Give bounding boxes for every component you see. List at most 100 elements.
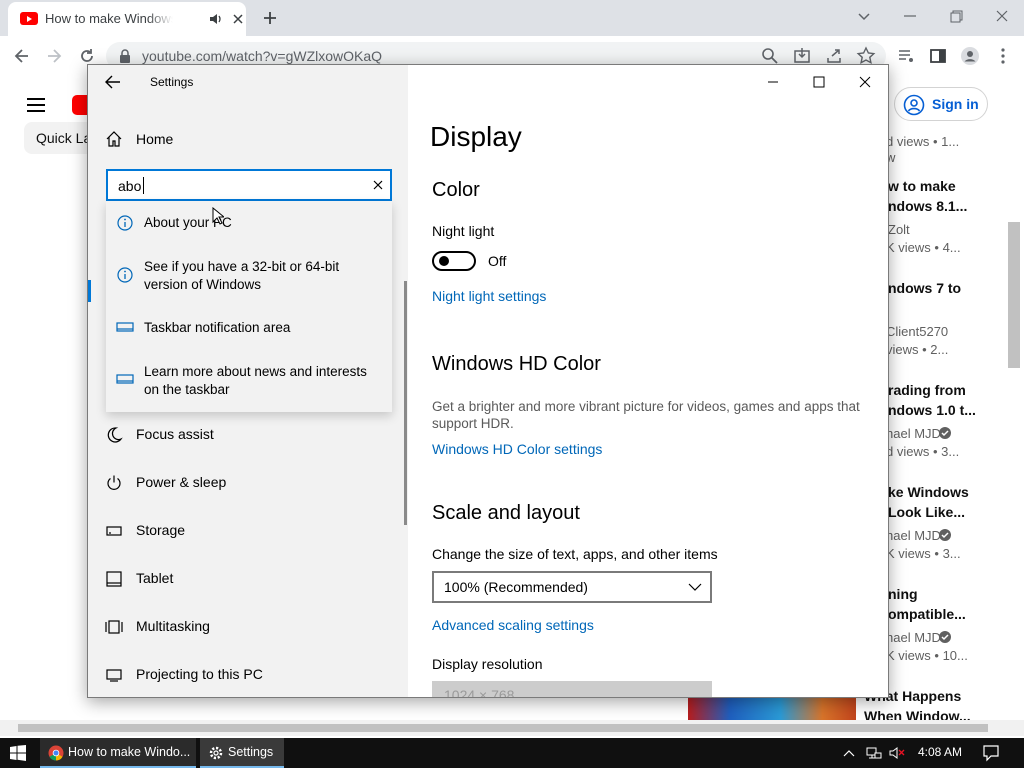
close-window-icon[interactable] <box>988 4 1016 28</box>
gear-icon <box>209 746 223 760</box>
tablet-icon <box>106 571 122 587</box>
scale-dropdown[interactable]: 100% (Recommended) <box>432 571 712 603</box>
tab-title: How to make Windows 7 look like Windows … <box>45 11 173 26</box>
info-icon <box>117 215 133 231</box>
clear-icon[interactable] <box>371 178 385 192</box>
night-light-toggle[interactable] <box>432 251 476 271</box>
video-title[interactable]: w to make <box>888 178 956 194</box>
toggle-knob <box>439 256 449 266</box>
close-icon[interactable] <box>850 73 880 91</box>
nav-tablet[interactable]: Tablet <box>88 559 408 599</box>
video-title[interactable]: ndows 7 to <box>888 280 961 296</box>
nav-home[interactable]: Home <box>88 127 408 155</box>
nav-label: Power & sleep <box>136 474 227 490</box>
page-title: Display <box>430 121 522 152</box>
sign-in-label: Sign in <box>932 96 979 112</box>
suggestion-item[interactable]: See if you have a 32-bit or 64-bit versi… <box>106 245 392 305</box>
nav-projecting[interactable]: Projecting to this PC <box>88 655 408 695</box>
nav-multitasking[interactable]: Multitasking <box>88 607 408 647</box>
more-menu-icon[interactable] <box>993 46 1013 66</box>
settings-sidebar: Settings Home abo About your PC See if y… <box>88 65 408 697</box>
video-title[interactable]: ndows 1.0 t... <box>888 402 976 418</box>
nav-storage[interactable]: Storage <box>88 511 408 551</box>
video-title[interactable]: Look Like... <box>888 504 965 520</box>
chrome-icon <box>48 745 64 761</box>
nav-label: Focus assist <box>136 426 214 442</box>
settings-search-input[interactable]: abo <box>106 169 392 201</box>
video-title[interactable]: ndows 8.1... <box>888 198 967 214</box>
side-panel-icon[interactable] <box>928 46 948 66</box>
taskbar-settings[interactable]: Settings <box>200 738 284 768</box>
video-title[interactable]: ompatible... <box>888 606 966 622</box>
taskbar-clock[interactable]: 4:08 AM <box>918 745 962 759</box>
hamburger-menu-icon[interactable] <box>26 96 46 114</box>
windows-start-icon[interactable] <box>10 745 26 761</box>
minimize-icon[interactable] <box>896 4 924 28</box>
minimize-icon[interactable] <box>758 73 788 91</box>
install-icon[interactable] <box>792 46 812 66</box>
taskbar-icon <box>116 322 134 332</box>
nav-label: Storage <box>136 522 186 538</box>
back-arrow-icon[interactable] <box>12 46 32 66</box>
video-meta: views • 2... <box>886 342 949 357</box>
section-heading-color: Color <box>432 179 480 201</box>
search-input-value: abo <box>118 178 142 194</box>
text-caret <box>143 177 144 194</box>
chevron-down-icon <box>688 583 702 591</box>
restore-icon[interactable] <box>942 4 970 28</box>
resolution-dropdown-value: 1024 × 768 <box>444 687 515 698</box>
maximize-icon[interactable] <box>804 73 834 91</box>
chevron-up-icon[interactable] <box>842 746 856 760</box>
nav-home-label: Home <box>136 131 174 147</box>
resolution-dropdown[interactable]: 1024 × 768 <box>432 681 712 698</box>
network-icon[interactable] <box>866 745 882 761</box>
taskbar-chrome[interactable]: How to make Windo... <box>40 738 196 768</box>
notifications-icon[interactable] <box>982 744 1000 762</box>
back-arrow-icon[interactable] <box>104 74 122 90</box>
browser-tab[interactable]: How to make Windows 7 look like Windows … <box>8 2 246 36</box>
bookmark-star-icon[interactable] <box>856 46 876 66</box>
nav-power-sleep[interactable]: Power & sleep <box>88 463 408 503</box>
video-title[interactable]: rading from <box>888 382 966 398</box>
filter-chip[interactable]: Quick La <box>24 122 94 154</box>
close-tab-icon[interactable] <box>230 11 246 27</box>
hd-color-settings-link[interactable]: Windows HD Color settings <box>432 441 602 457</box>
lock-icon[interactable] <box>119 49 131 63</box>
filter-chip-label: Quick La <box>36 130 92 146</box>
video-title[interactable]: ke Windows <box>888 484 969 500</box>
suggestion-item[interactable]: About your PC <box>106 201 392 245</box>
sign-in-button[interactable]: Sign in <box>894 87 988 121</box>
tab-search-icon[interactable] <box>850 4 878 28</box>
speaker-icon[interactable] <box>208 11 224 27</box>
scrollbar-thumb[interactable] <box>18 724 988 732</box>
account-icon <box>903 94 925 116</box>
sidebar-scrollbar[interactable] <box>404 281 407 525</box>
suggestion-item[interactable]: Taskbar notification area <box>106 305 392 349</box>
resolution-label: Display resolution <box>432 656 543 672</box>
speaker-muted-icon[interactable] <box>888 745 906 761</box>
verified-icon <box>939 427 951 439</box>
search-icon[interactable] <box>760 46 780 66</box>
taskbar-icon <box>116 374 134 384</box>
video-meta: d views • 3... <box>886 444 960 459</box>
profile-icon[interactable] <box>960 46 980 66</box>
media-controls-icon[interactable] <box>896 46 916 66</box>
video-title[interactable]: ning <box>888 586 918 602</box>
page-scrollbar-thumb[interactable] <box>1008 222 1020 368</box>
advanced-scaling-link[interactable]: Advanced scaling settings <box>432 617 594 633</box>
suggestion-item[interactable]: Learn more about news and interests on t… <box>106 349 392 409</box>
horizontal-scrollbar[interactable] <box>0 720 1024 736</box>
video-channel: hael MJD <box>886 528 941 543</box>
reload-icon[interactable] <box>77 46 97 66</box>
windows-taskbar: How to make Windo... Settings <box>0 738 1024 768</box>
info-icon <box>117 267 133 283</box>
nav-focus-assist[interactable]: Focus assist <box>88 415 408 455</box>
forward-arrow-icon[interactable] <box>44 46 64 66</box>
video-thumbnail[interactable] <box>688 694 856 722</box>
home-icon <box>106 131 122 147</box>
night-light-settings-link[interactable]: Night light settings <box>432 288 546 304</box>
nav-label: Multitasking <box>136 618 210 634</box>
new-tab-icon[interactable] <box>260 8 280 28</box>
suggestion-label: About your PC <box>144 215 232 230</box>
share-icon[interactable] <box>824 46 844 66</box>
